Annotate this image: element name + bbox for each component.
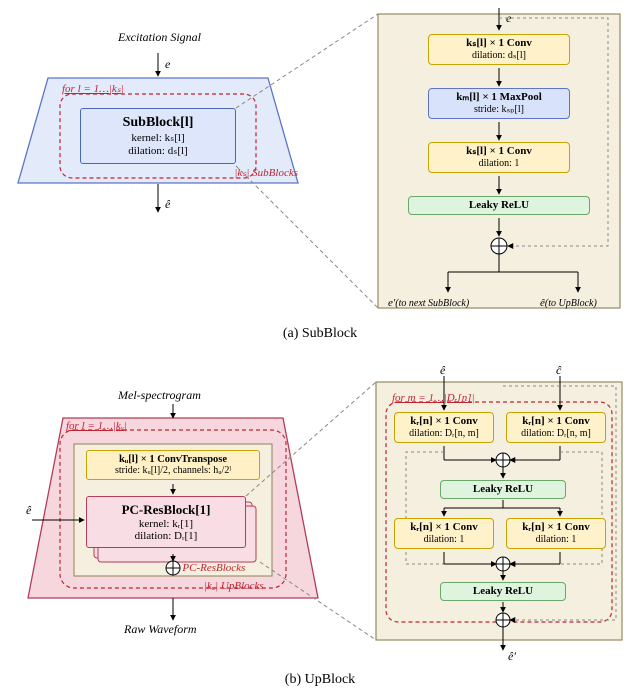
upblock-loop-label: for l = 1…|kᵤ|: [66, 420, 226, 432]
ehat-detail: ê: [440, 364, 446, 377]
conv2-title: kₛ[l] × 1 Conv: [466, 145, 532, 157]
caption-a: (a) SubBlock: [8, 326, 632, 342]
conv-top-left-sub: dilation: Dᵣ[n, m]: [399, 428, 489, 440]
panel-b: for l = 1…|kᵤ| kᵤ[l] × 1 ConvTranspose s…: [8, 364, 632, 664]
e-symbol: e: [165, 57, 171, 71]
subblock-dilation: dilation: dₛ[l]: [89, 144, 227, 157]
panel-b-svg: for l = 1…|kᵤ| kᵤ[l] × 1 ConvTranspose s…: [8, 364, 632, 664]
caption-b: (b) UpBlock: [8, 672, 632, 686]
conv-top-right-sub: dilation: Dᵣ[n, m]: [511, 428, 601, 440]
conv-top-left-title: kᵣ[n] × 1 Conv: [410, 415, 477, 427]
pcres-count: |kᵣ| PC-ResBlocks: [166, 562, 286, 574]
conv2-box: kₛ[l] × 1 Conv dilation: 1: [428, 142, 570, 173]
ehat-in: ê: [26, 503, 32, 517]
conv-top-right: kᵣ[n] × 1 Conv dilation: Dᵣ[n, m]: [506, 412, 606, 443]
conv-top-left: kᵣ[n] × 1 Conv dilation: Dᵣ[n, m]: [394, 412, 494, 443]
maxpool-title: kₘ[l] × 1 MaxPool: [456, 91, 542, 103]
conv1-box: kₛ[l] × 1 Conv dilation: dₛ[l]: [428, 34, 570, 65]
conv2-sub: dilation: 1: [433, 158, 565, 170]
convtranspose-box: kᵤ[l] × 1 ConvTranspose stride: kᵤ[l]/2,…: [86, 450, 260, 480]
conv-bot-right-title: kᵣ[n] × 1 Conv: [522, 521, 589, 533]
conv-bot-right-sub: dilation: 1: [511, 534, 601, 546]
lrelu1-label: Leaky ReLU: [473, 483, 533, 495]
pcres-kernel: kernel: kᵣ[1]: [95, 518, 237, 530]
panel-a: for l = 1…|kₛ| SubBlock[l] kernel: kₛ[l]…: [8, 8, 632, 318]
melspec-label: Mel-spectrogram: [118, 388, 258, 403]
pcres-output: ê′: [508, 649, 516, 663]
upblock-count: |kᵤ| UpBlocks: [204, 580, 324, 592]
out-right: ê(to UpBlock): [540, 297, 597, 309]
conv1-title: kₛ[l] × 1 Conv: [466, 37, 532, 49]
conv-top-right-title: kᵣ[n] × 1 Conv: [522, 415, 589, 427]
lrelu2: Leaky ReLU: [440, 582, 566, 601]
chat-detail: ĉ: [556, 364, 562, 377]
out-left: e′(to next SubBlock): [388, 297, 470, 309]
lrelu-box: Leaky ReLU: [408, 196, 590, 215]
subblock-loop-label: for l = 1…|kₛ|: [62, 82, 212, 95]
convtr-sub: stride: kᵤ[l]/2, channels: hᵤ/2ˡ: [93, 465, 253, 476]
subblock-title: SubBlock[l]: [89, 115, 227, 131]
pcres-loop-label: for m = 1…|Dᵣ[n]|: [392, 392, 572, 404]
convtr-title: kᵤ[l] × 1 ConvTranspose: [119, 454, 227, 465]
pcres-dilation: dilation: Dᵣ[1]: [95, 530, 237, 542]
panel-a-svg: for l = 1…|kₛ| SubBlock[l] kernel: kₛ[l]…: [8, 8, 632, 318]
conv-bot-left-title: kᵣ[n] × 1 Conv: [410, 521, 477, 533]
maxpool-box: kₘ[l] × 1 MaxPool stride: kₛₚ[l]: [428, 88, 570, 119]
subblock-kernel: kernel: kₛ[l]: [89, 131, 227, 144]
lrelu1: Leaky ReLU: [440, 480, 566, 499]
conv-bot-left-sub: dilation: 1: [399, 534, 489, 546]
pcres-title: PC-ResBlock[1]: [95, 502, 237, 518]
raw-waveform-label: Raw Waveform: [124, 622, 244, 637]
excitation-signal-label: Excitation Signal: [118, 30, 238, 45]
conv-bot-left: kᵣ[n] × 1 Conv dilation: 1: [394, 518, 494, 549]
conv1-sub: dilation: dₛ[l]: [433, 50, 565, 62]
lrelu2-label: Leaky ReLU: [473, 585, 533, 597]
ehat-out-symbol: ê: [165, 197, 171, 211]
lrelu-label: Leaky ReLU: [469, 199, 529, 211]
conv-bot-right: kᵣ[n] × 1 Conv dilation: 1: [506, 518, 606, 549]
pcresblock-box: PC-ResBlock[1] kernel: kᵣ[1] dilation: D…: [86, 496, 246, 548]
maxpool-sub: stride: kₛₚ[l]: [433, 104, 565, 116]
subblock-box: SubBlock[l] kernel: kₛ[l] dilation: dₛ[l…: [80, 108, 236, 164]
